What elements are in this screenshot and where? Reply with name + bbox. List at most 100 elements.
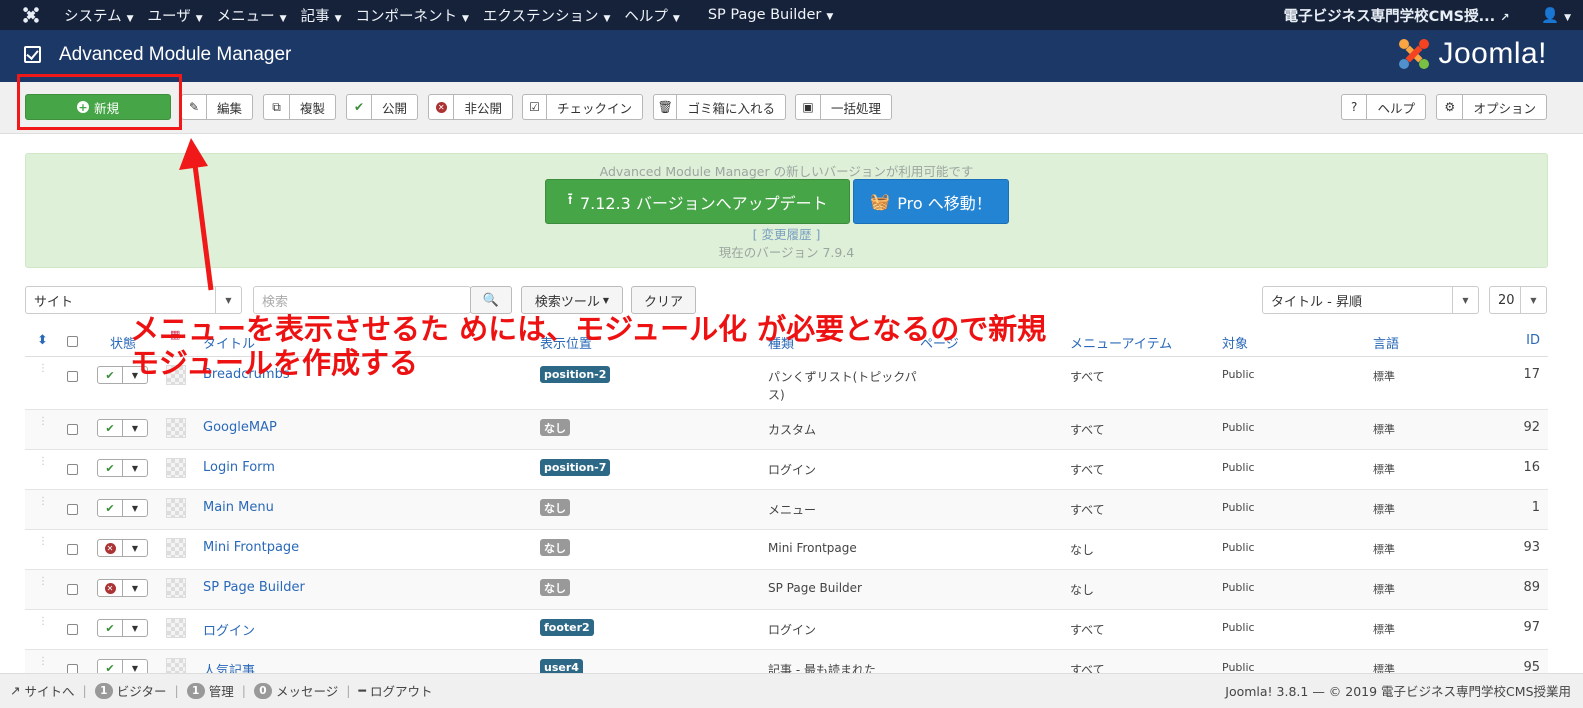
module-type: SP Page Builder (768, 581, 862, 595)
checkin-button[interactable]: ☑ チェックイン (522, 94, 643, 120)
drag-handle-icon[interactable]: ⋮ (38, 577, 48, 587)
top-navbar: システム ▼ ユーザ ▼ メニュー ▼ 記事 ▼ コンポーネント ▼ エクステンション ▼ … (0, 0, 1583, 30)
joomla-wordmark: Joomla! (1438, 37, 1547, 70)
ordering-select[interactable]: タイトル - 昇順 ▼ (1262, 286, 1479, 314)
row-checkbox[interactable] (67, 464, 78, 475)
caret-down-icon: ▼ (1520, 287, 1546, 313)
caret-down-icon: ▼ (131, 463, 139, 473)
menu-menus[interactable]: メニュー ▼ (217, 5, 287, 26)
duplicate-button[interactable]: ⧉ 複製 (263, 94, 336, 120)
search-input[interactable]: 検索 (253, 286, 471, 314)
module-title-link[interactable]: GoogleMAP (203, 420, 277, 435)
module-title-link[interactable]: SP Page Builder (203, 580, 305, 595)
client-select[interactable]: サイト ▼ (25, 286, 242, 314)
user-menu[interactable]: 👤 ▼ (1541, 7, 1571, 24)
col-language[interactable]: 言語 (1373, 333, 1399, 352)
annotation-line-2: モジュールを作成する (130, 346, 418, 380)
update-button[interactable]: ⭱ 7.12.3 バージョンへアップデート (545, 179, 850, 224)
pro-button[interactable]: 🧺 Pro へ移動！ (853, 179, 1009, 224)
page-title: Advanced Module Manager (59, 44, 292, 65)
module-id: 16 (1523, 460, 1540, 475)
options-button[interactable]: ⚙ オプション (1436, 94, 1547, 120)
external-link-icon: ↗ (10, 683, 21, 698)
row-checkbox[interactable] (67, 424, 78, 435)
position-badge: position-7 (540, 459, 611, 476)
copyright: Joomla! 3.8.1 — © 2019 電子ビジネス専門学校CMS授業用 (1225, 684, 1571, 699)
help-button[interactable]: ? ヘルプ (1341, 94, 1426, 120)
menu-extensions[interactable]: エクステンション ▼ (483, 5, 611, 26)
access-level: Public (1222, 541, 1255, 554)
edit-button[interactable]: ✎ 編集 (181, 94, 253, 120)
module-title-link[interactable]: Login Form (203, 460, 275, 475)
position-badge: footer2 (540, 619, 594, 636)
caret-down-icon: ▼ (672, 13, 680, 24)
drag-handle-icon[interactable]: ⋮ (38, 537, 48, 547)
menu-users[interactable]: ユーザ ▼ (148, 5, 203, 26)
color-swatch-icon (166, 418, 186, 438)
clear-button[interactable]: クリア (631, 286, 696, 314)
row-checkbox[interactable] (67, 544, 78, 555)
row-checkbox[interactable] (67, 584, 78, 595)
messages-link[interactable]: 0 メッセージ (253, 681, 338, 700)
status-toggle[interactable]: ✕ ▼ (97, 579, 148, 597)
menu-sp-page-builder[interactable]: SP Page Builder ▼ (708, 7, 833, 23)
caret-down-icon: ▼ (1452, 287, 1478, 313)
drag-handle-icon[interactable]: ⋮ (38, 497, 48, 507)
status-toggle[interactable]: ✔ ▼ (97, 419, 148, 437)
status-toggle[interactable]: ✔ ▼ (97, 619, 148, 637)
admins-link[interactable]: 1 管理 (186, 681, 234, 700)
upload-icon: ⭱ (567, 189, 573, 208)
changelog-link[interactable]: [ 変更履歴 ] (26, 224, 1547, 243)
search-tools-button[interactable]: 検索ツール ▼ (521, 286, 623, 314)
menu-system[interactable]: システム ▼ (64, 5, 134, 26)
module-title-link[interactable]: Main Menu (203, 500, 274, 515)
published-check-icon: ✔ (98, 500, 123, 516)
status-toggle[interactable]: ✔ ▼ (97, 499, 148, 517)
sort-order-icon[interactable]: ⬍ (37, 333, 48, 348)
status-bar: ↗ サイトへ | 1 ビジター | 1 管理 | 0 メッセージ | ━ ログアウト Jo… (0, 673, 1583, 708)
caret-down-icon: ▼ (131, 583, 139, 593)
drag-handle-icon[interactable]: ⋮ (38, 657, 48, 667)
drag-handle-icon[interactable]: ⋮ (38, 457, 48, 467)
caret-down-icon: ▼ (131, 623, 139, 633)
user-icon: 👤 (1541, 7, 1560, 24)
view-site-link[interactable]: ↗ サイトへ (10, 681, 75, 700)
logout-link[interactable]: ━ ログアウト (358, 681, 432, 700)
menu-components[interactable]: コンポーネント ▼ (355, 5, 468, 26)
unpublish-button[interactable]: ✕ 非公開 (428, 94, 513, 120)
module-id: 17 (1523, 367, 1540, 382)
col-id[interactable]: ID (1526, 333, 1540, 348)
select-all-checkbox[interactable] (67, 336, 78, 347)
menu-content[interactable]: 記事 ▼ (301, 5, 342, 26)
row-checkbox[interactable] (67, 624, 78, 635)
check-icon: ✔ (347, 95, 372, 119)
position-badge: なし (540, 579, 570, 596)
language: 標準 (1373, 623, 1395, 636)
row-checkbox[interactable] (67, 504, 78, 515)
menu-help[interactable]: ヘルプ ▼ (624, 5, 679, 26)
visitors-link[interactable]: 1 ビジター (94, 681, 166, 700)
drag-handle-icon[interactable]: ⋮ (38, 364, 48, 374)
position-badge: なし (540, 499, 570, 516)
caret-down-icon: ▼ (826, 12, 834, 22)
site-link[interactable]: 電子ビジネス専門学校CMS授... ↗ (1284, 5, 1510, 26)
trash-button[interactable]: 🗑 ゴミ箱に入れる (653, 94, 786, 120)
drag-handle-icon[interactable]: ⋮ (38, 617, 48, 627)
caret-down-icon: ▼ (461, 13, 469, 24)
caret-down-icon: ▼ (1564, 12, 1571, 23)
limit-select[interactable]: 20 ▼ (1489, 286, 1547, 314)
row-checkbox[interactable] (67, 371, 78, 382)
search-button[interactable]: 🔍 (470, 286, 512, 314)
gear-icon: ⚙ (1437, 95, 1464, 119)
publish-button[interactable]: ✔ 公開 (346, 94, 418, 120)
module-title-link[interactable]: ログイン (203, 620, 255, 639)
joomla-menu-icon[interactable] (22, 6, 40, 24)
status-toggle[interactable]: ✔ ▼ (97, 459, 148, 477)
status-toggle[interactable]: ✕ ▼ (97, 539, 148, 557)
batch-button[interactable]: ▣ 一括処理 (795, 94, 892, 120)
drag-handle-icon[interactable]: ⋮ (38, 417, 48, 427)
caret-down-icon: ▼ (334, 13, 342, 24)
checkbox-square-icon (24, 46, 41, 63)
module-title-link[interactable]: Mini Frontpage (203, 540, 299, 555)
caret-down-icon: ▼ (603, 13, 611, 24)
